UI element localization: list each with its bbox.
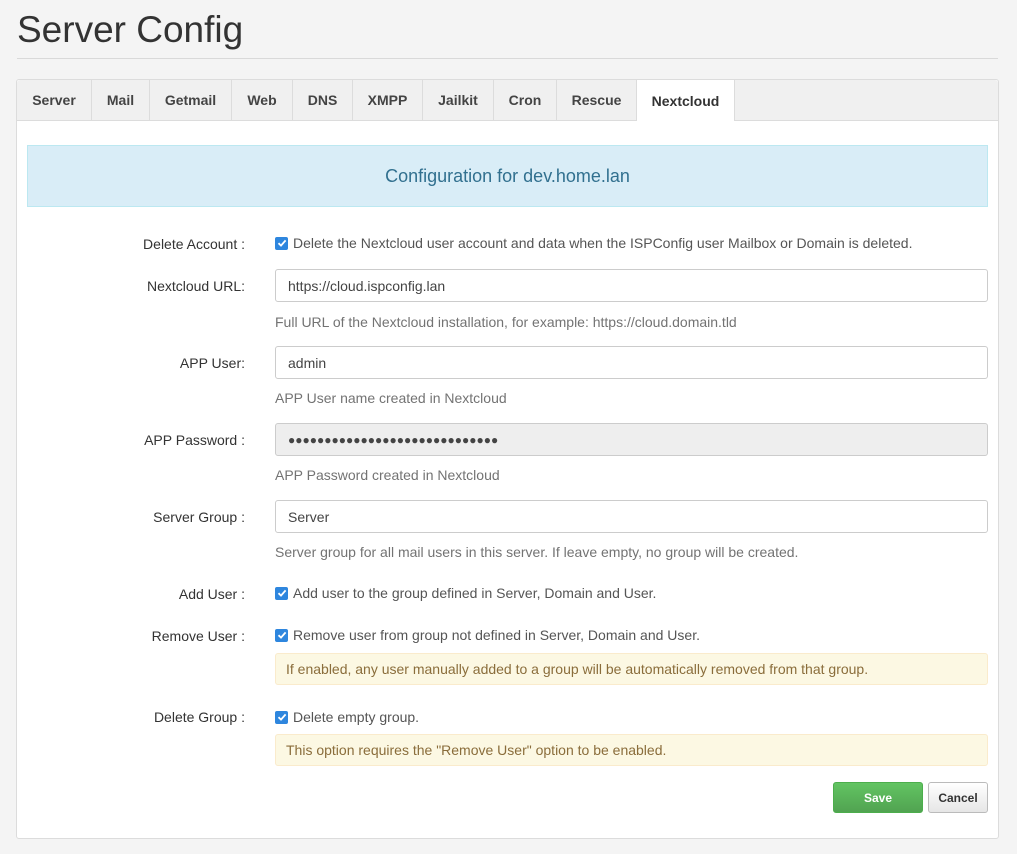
delete-group-row: Delete empty group. [275, 709, 419, 725]
tab-rescue[interactable]: Rescue [557, 80, 637, 120]
tab-jailkit[interactable]: Jailkit [423, 80, 494, 120]
title-divider [17, 58, 998, 59]
add-user-row: Add user to the group defined in Server,… [275, 585, 656, 601]
server-group-help: Server group for all mail users in this … [275, 544, 799, 560]
delete-account-label: Delete Account : [143, 236, 245, 252]
delete-group-checkbox[interactable] [275, 710, 288, 724]
remove-user-label: Remove User : [151, 628, 245, 644]
config-info-banner: Configuration for dev.home.lan [27, 145, 988, 207]
tab-bar: Server Mail Getmail Web DNS XMPP Jailkit… [17, 80, 998, 121]
tab-getmail[interactable]: Getmail [150, 80, 232, 120]
tab-xmpp[interactable]: XMPP [353, 80, 423, 120]
server-group-label: Server Group : [153, 509, 245, 525]
remove-user-row: Remove user from group not defined in Se… [275, 627, 700, 643]
nextcloud-url-value: https://cloud.ispconfig.lan [288, 277, 446, 294]
nextcloud-url-label: Nextcloud URL: [146, 278, 245, 294]
nextcloud-url-input[interactable]: https://cloud.ispconfig.lan [275, 269, 988, 302]
app-password-input[interactable]: ●●●●●●●●●●●●●●●●●●●●●●●●●●●●● [275, 423, 988, 456]
nextcloud-url-help: Full URL of the Nextcloud installation, … [275, 314, 737, 330]
delete-group-text: Delete empty group. [293, 709, 420, 725]
checkmark-icon [277, 589, 286, 597]
app-password-help: APP Password created in Nextcloud [275, 467, 500, 483]
app-user-value: admin [288, 354, 327, 371]
add-user-checkbox[interactable] [275, 586, 288, 600]
tab-mail[interactable]: Mail [92, 80, 150, 120]
checkmark-icon [277, 239, 286, 247]
remove-user-warning-text: If enabled, any user manually added to a… [286, 661, 869, 677]
tab-server[interactable]: Server [17, 80, 92, 120]
config-panel: Server Mail Getmail Web DNS XMPP Jailkit… [16, 79, 999, 839]
checkmark-icon [277, 631, 286, 639]
server-group-input[interactable]: Server [275, 500, 988, 533]
cancel-button[interactable]: Cancel [928, 782, 988, 813]
delete-account-row: Delete the Nextcloud user account and da… [275, 235, 912, 251]
app-password-value: ●●●●●●●●●●●●●●●●●●●●●●●●●●●●● [288, 432, 499, 447]
delete-group-warning-text: This option requires the "Remove User" o… [286, 742, 667, 758]
add-user-label: Add User : [178, 586, 245, 602]
delete-group-label: Delete Group : [153, 709, 245, 725]
app-user-help: APP User name created in Nextcloud [275, 390, 507, 406]
delete-account-text: Delete the Nextcloud user account and da… [293, 235, 913, 251]
app-user-input[interactable]: admin [275, 346, 988, 379]
tab-nextcloud[interactable]: Nextcloud [637, 80, 735, 121]
app-user-label: APP User: [179, 355, 245, 371]
save-button[interactable]: Save [833, 782, 923, 813]
tab-web[interactable]: Web [232, 80, 293, 120]
delete-account-checkbox[interactable] [275, 236, 288, 250]
tab-cron[interactable]: Cron [494, 80, 557, 120]
page-title: Server Config [17, 9, 244, 50]
remove-user-warning: If enabled, any user manually added to a… [275, 653, 988, 685]
checkmark-icon [277, 713, 286, 721]
remove-user-checkbox[interactable] [275, 628, 288, 642]
remove-user-text: Remove user from group not defined in Se… [293, 627, 700, 643]
config-info-text: Configuration for dev.home.lan [385, 165, 630, 186]
delete-group-warning: This option requires the "Remove User" o… [275, 734, 988, 766]
server-group-value: Server [288, 508, 330, 525]
app-password-label: APP Password : [144, 432, 245, 448]
tab-dns[interactable]: DNS [293, 80, 353, 120]
add-user-text: Add user to the group defined in Server,… [293, 585, 657, 601]
